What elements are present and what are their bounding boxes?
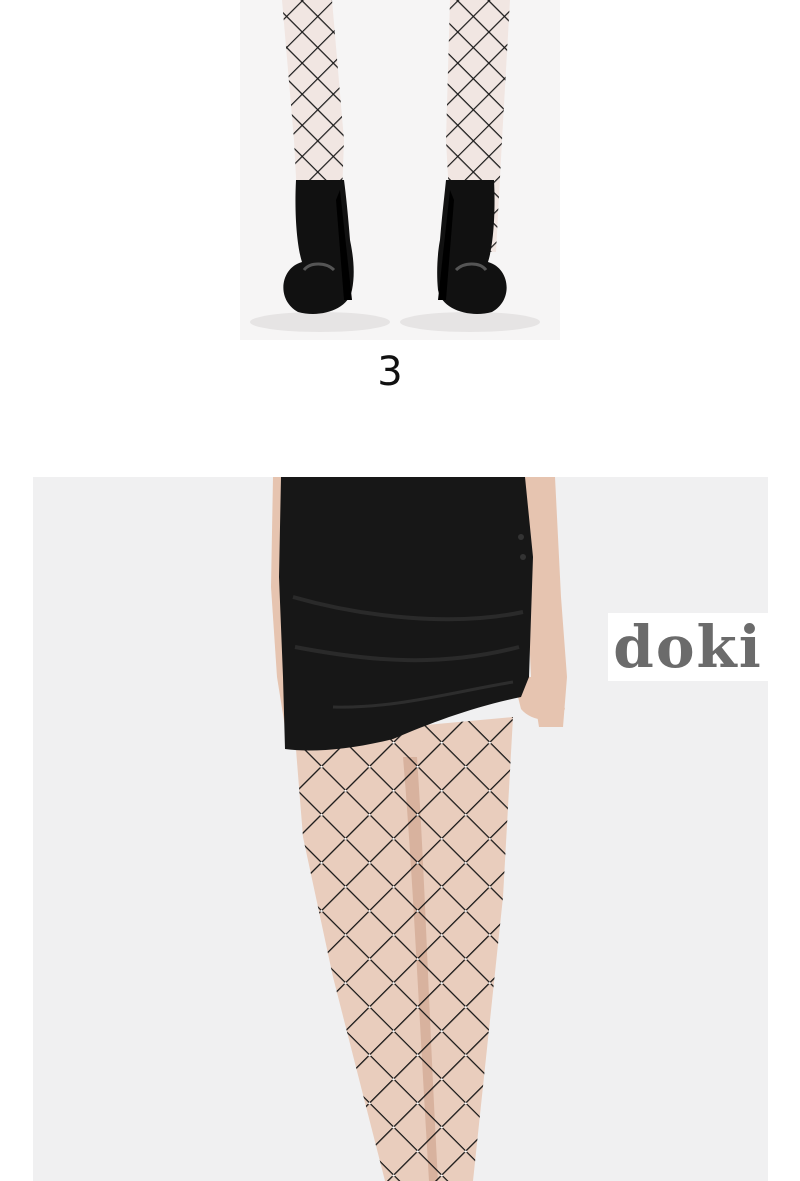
skirt-illustration bbox=[271, 477, 567, 1181]
brand-logo: doki bbox=[608, 613, 768, 681]
product-photo-heels bbox=[240, 0, 560, 340]
section-number: 3 bbox=[377, 349, 403, 395]
product-photo-skirt bbox=[33, 477, 768, 1181]
heels-illustration bbox=[250, 0, 540, 332]
